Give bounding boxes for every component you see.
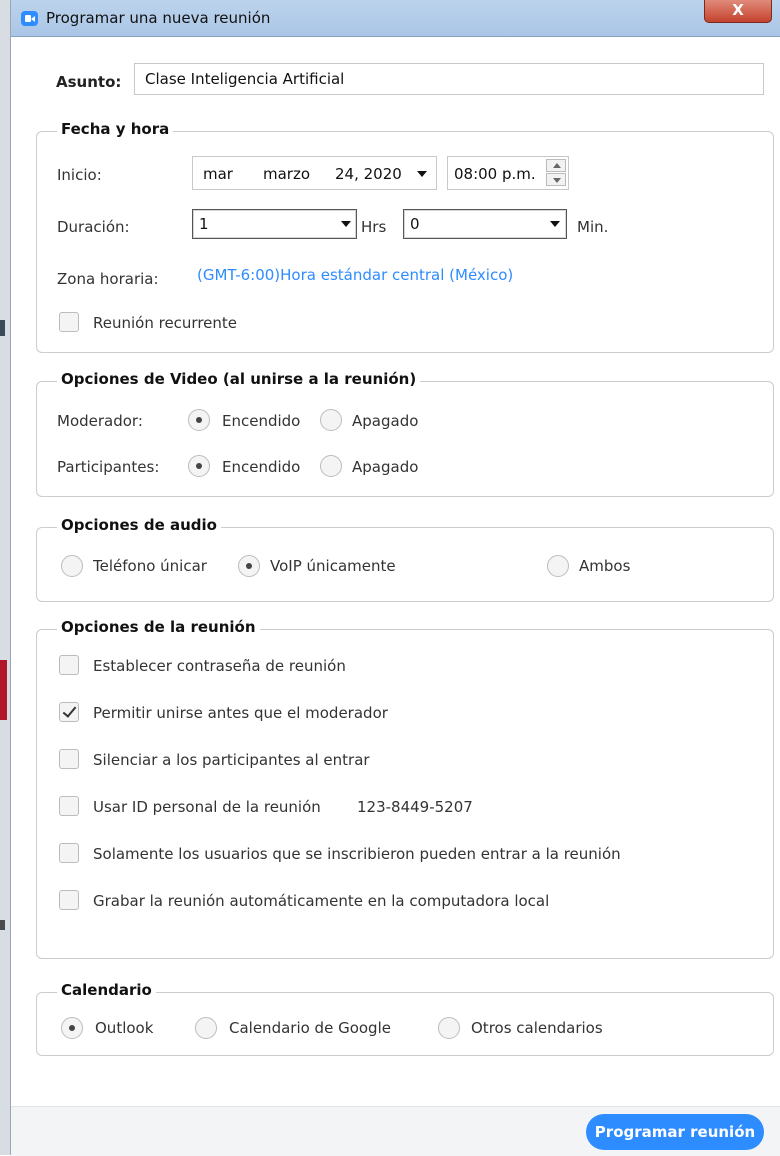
- personal-id-value: 123-8449-5207: [357, 798, 473, 816]
- minutes-unit: Min.: [577, 218, 609, 236]
- audio-group: Opciones de audio Teléfono únicar VoIP ú…: [36, 516, 774, 602]
- chevron-down-icon: [550, 221, 560, 227]
- calendar-outlook-radio[interactable]: [61, 1017, 83, 1039]
- schedule-button[interactable]: Programar reunión: [586, 1114, 764, 1150]
- audio-telephone-label: Teléfono únicar: [93, 557, 207, 575]
- join-before-host-checkbox[interactable]: [59, 702, 79, 722]
- password-checkbox[interactable]: [59, 655, 79, 675]
- arrow-up-icon: [553, 163, 561, 168]
- mute-on-entry-checkbox[interactable]: [59, 749, 79, 769]
- calendar-other-radio[interactable]: [438, 1017, 460, 1039]
- schedule-meeting-dialog: Programar una nueva reunión X Asunto: Fe…: [10, 0, 780, 1156]
- participants-video-off-label: Apagado: [352, 458, 419, 476]
- calendar-legend: Calendario: [57, 981, 156, 999]
- spinner-down-button[interactable]: [546, 173, 566, 186]
- host-video-off-label: Apagado: [352, 412, 419, 430]
- desktop-fragment: [0, 920, 5, 930]
- host-video-on-label: Encendido: [222, 412, 301, 430]
- desktop-fragment: [0, 660, 7, 720]
- desktop-fragment: [0, 320, 5, 336]
- datetime-legend: Fecha y hora: [57, 120, 174, 138]
- audio-legend: Opciones de audio: [57, 516, 221, 534]
- topic-input[interactable]: [134, 63, 764, 95]
- hours-unit: Hrs: [361, 218, 387, 236]
- video-legend: Opciones de Video (al unirse a la reunió…: [57, 370, 421, 388]
- timezone-link[interactable]: (GMT-6:00)Hora estándar central (México): [197, 266, 513, 284]
- auto-record-checkbox[interactable]: [59, 890, 79, 910]
- recurring-label: Reunión recurrente: [93, 314, 238, 332]
- audio-telephone-radio[interactable]: [61, 555, 83, 577]
- window-title: Programar una nueva reunión: [46, 9, 271, 27]
- hours-select[interactable]: 1: [192, 209, 357, 239]
- calendar-other-label: Otros calendarios: [471, 1019, 603, 1037]
- date-picker[interactable]: mar marzo 24, 2020: [192, 156, 437, 190]
- recurring-checkbox[interactable]: [59, 312, 79, 332]
- host-video-label: Moderador:: [57, 412, 143, 430]
- close-button[interactable]: X: [704, 0, 772, 23]
- time-spinner[interactable]: [546, 158, 568, 188]
- chevron-down-icon: [341, 221, 351, 227]
- meeting-options-legend: Opciones de la reunión: [57, 618, 260, 636]
- zoom-camera-icon: [21, 11, 38, 26]
- personal-id-checkbox[interactable]: [59, 796, 79, 816]
- meeting-options-group: Opciones de la reunión Establecer contra…: [36, 618, 774, 959]
- date-day-year: 24, 2020: [335, 165, 402, 183]
- password-label: Establecer contraseña de reunión: [93, 657, 346, 675]
- minutes-select[interactable]: 0: [403, 209, 567, 239]
- participants-video-on-radio[interactable]: [188, 455, 210, 477]
- time-value: 08:00 p.m.: [454, 165, 536, 183]
- date-weekday: mar: [203, 165, 233, 183]
- join-before-host-label: Permitir unirse antes que el moderador: [93, 704, 388, 722]
- chevron-down-icon: [417, 171, 427, 177]
- calendar-group: Calendario Outlook Calendario de Google …: [36, 981, 774, 1056]
- arrow-down-icon: [553, 178, 561, 183]
- auto-record-label: Grabar la reunión automáticamente en la …: [93, 892, 550, 910]
- host-video-on-radio[interactable]: [188, 409, 210, 431]
- participants-video-label: Participantes:: [57, 458, 160, 476]
- date-month: marzo: [263, 165, 311, 183]
- calendar-google-label: Calendario de Google: [229, 1019, 391, 1037]
- participants-video-on-label: Encendido: [222, 458, 301, 476]
- participants-video-off-radio[interactable]: [320, 455, 342, 477]
- host-video-off-radio[interactable]: [320, 409, 342, 431]
- audio-voip-label: VoIP únicamente: [270, 557, 396, 575]
- time-picker[interactable]: 08:00 p.m.: [447, 156, 569, 190]
- timezone-label: Zona horaria:: [57, 270, 159, 288]
- minutes-value: 0: [410, 215, 420, 233]
- audio-both-label: Ambos: [579, 557, 631, 575]
- datetime-group: Fecha y hora Inicio: mar marzo 24, 2020 …: [36, 120, 774, 353]
- spinner-up-button[interactable]: [546, 159, 566, 172]
- duration-label: Duración:: [57, 218, 130, 236]
- desktop-edge: [0, 0, 10, 1155]
- start-label: Inicio:: [57, 166, 102, 184]
- title-bar[interactable]: Programar una nueva reunión X: [11, 0, 780, 37]
- audio-voip-radio[interactable]: [238, 555, 260, 577]
- calendar-outlook-label: Outlook: [95, 1019, 154, 1037]
- authenticated-only-checkbox[interactable]: [59, 843, 79, 863]
- video-group: Opciones de Video (al unirse a la reunió…: [36, 370, 774, 497]
- personal-id-label: Usar ID personal de la reunión: [93, 798, 321, 816]
- audio-both-radio[interactable]: [547, 555, 569, 577]
- authenticated-only-label: Solamente los usuarios que se inscribier…: [93, 845, 621, 863]
- mute-on-entry-label: Silenciar a los participantes al entrar: [93, 751, 370, 769]
- topic-label: Asunto:: [56, 73, 122, 91]
- hours-value: 1: [199, 215, 209, 233]
- calendar-google-radio[interactable]: [195, 1017, 217, 1039]
